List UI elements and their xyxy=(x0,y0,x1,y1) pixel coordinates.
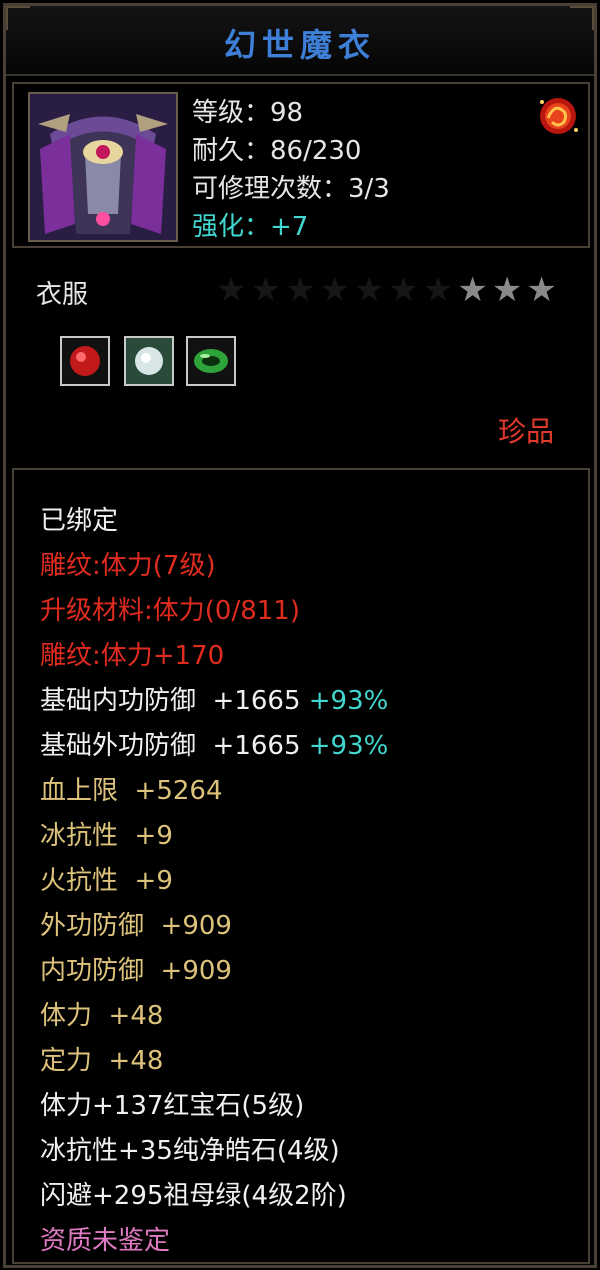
engrave-bonus: 雕纹:体力+170 xyxy=(40,641,225,671)
item-name: 幻世魔衣 xyxy=(223,26,376,64)
armor-icon xyxy=(28,92,178,242)
base-outer-defense-pct: +93% xyxy=(308,731,389,761)
bound-status: 已绑定 xyxy=(40,506,119,536)
upgrade-material: 升级材料:体力(0/811) xyxy=(40,596,300,626)
engrave-level: 雕纹:体力(7级) xyxy=(40,551,216,581)
item-repair-count: 可修理次数：3/3 xyxy=(192,174,390,204)
item-type: 衣服 xyxy=(36,280,89,310)
gem-bonus-emerald: 闪避+295祖母绿(4级2阶) xyxy=(40,1181,347,1211)
focus: 定力 +48 xyxy=(40,1046,164,1076)
item-enhance: 强化：+7 xyxy=(192,212,309,242)
dragon-emblem-icon xyxy=(536,94,580,138)
ice-resistance: 冰抗性 +9 xyxy=(40,821,173,851)
star-icon: ★★★ xyxy=(457,270,561,310)
item-durability: 耐久：86/230 xyxy=(192,136,362,166)
base-inner-defense-pct: +93% xyxy=(308,686,389,716)
star-icon: ★★★★★★★ xyxy=(216,270,458,310)
base-inner-defense: 基础内功防御 +1665 +93% xyxy=(40,680,388,717)
gem-bonus-ruby: 体力+137红宝石(5级) xyxy=(40,1091,305,1121)
base-inner-defense-value: 基础内功防御 +1665 xyxy=(40,686,301,716)
item-tooltip: 幻世魔衣 等级：98 耐久：86/230 可修理次数：3/3 强化：+7 衣服 … xyxy=(3,3,597,1268)
item-quality: 珍品 xyxy=(498,415,555,448)
attributes-panel: 已绑定 雕纹:体力(7级) 升级材料:体力(0/811) 雕纹:体力+170 基… xyxy=(12,468,590,1264)
fire-resistance: 火抗性 +9 xyxy=(40,866,173,896)
aptitude-status: 资质未鉴定 xyxy=(40,1226,171,1256)
item-level: 等级：98 xyxy=(192,98,304,128)
inner-defense: 内功防御 +909 xyxy=(40,956,232,986)
base-outer-defense: 基础外功防御 +1665 +93% xyxy=(40,725,388,762)
item-header-panel: 等级：98 耐久：86/230 可修理次数：3/3 强化：+7 xyxy=(12,82,590,248)
stamina: 体力 +48 xyxy=(40,1001,164,1031)
title-bar: 幻世魔衣 xyxy=(6,6,594,76)
base-outer-defense-value: 基础外功防御 +1665 xyxy=(40,731,301,761)
gem-bonus-diamond: 冰抗性+35纯净皓石(4级) xyxy=(40,1136,340,1166)
emerald-socket-icon[interactable] xyxy=(186,336,236,386)
diamond-socket-icon[interactable] xyxy=(124,336,174,386)
hp-max: 血上限 +5264 xyxy=(40,776,223,806)
ruby-socket-icon[interactable] xyxy=(60,336,110,386)
star-rating: ★★★★★★★★★★ xyxy=(216,270,561,310)
outer-defense: 外功防御 +909 xyxy=(40,911,232,941)
